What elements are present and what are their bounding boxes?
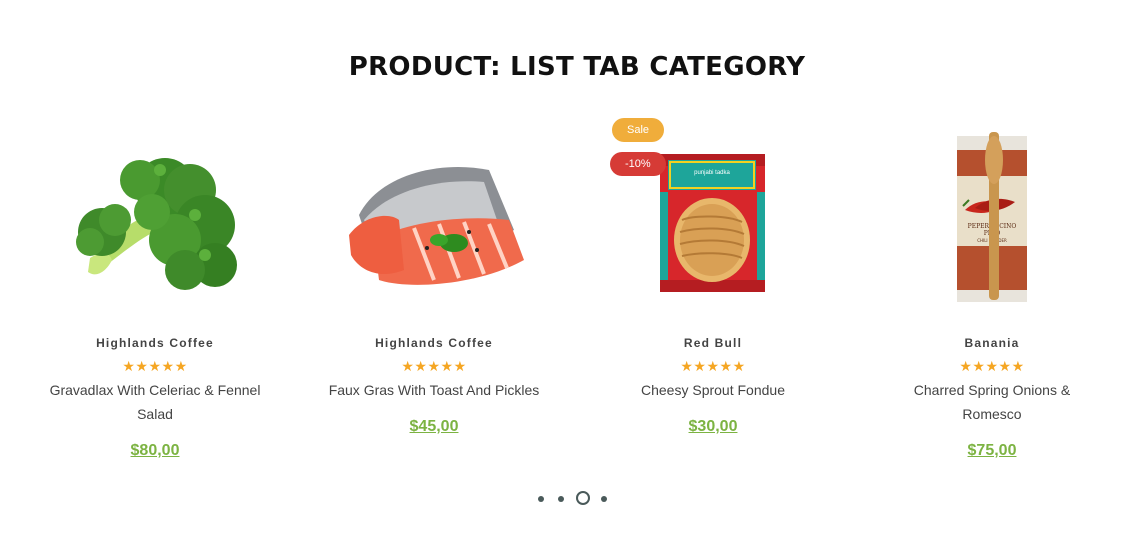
product-brand[interactable]: Highlands Coffee bbox=[319, 336, 549, 350]
product-price[interactable]: $75,00 bbox=[968, 442, 1017, 460]
product-title[interactable]: Charred Spring Onions & Romesco bbox=[877, 378, 1107, 426]
carousel-dot[interactable] bbox=[558, 496, 564, 502]
star-rating-icon: ★★★★★ bbox=[401, 358, 467, 374]
product-image-noodle-pack[interactable]: punjabi tadka bbox=[598, 120, 828, 320]
star-rating-icon: ★★★★★ bbox=[122, 358, 188, 374]
carousel-dot[interactable] bbox=[538, 496, 544, 502]
star-rating-icon: ★★★★★ bbox=[959, 358, 1025, 374]
product-card[interactable]: PEPERONCINO PINO CHILI POWDER Banania ★★… bbox=[877, 120, 1107, 460]
star-rating-icon: ★★★★★ bbox=[680, 358, 746, 374]
noodle-pack-label: punjabi tadka bbox=[694, 170, 730, 176]
product-carousel: Highlands Coffee ★★★★★ Gravadlax With Ce… bbox=[0, 0, 1124, 550]
carousel-pagination bbox=[534, 491, 614, 505]
discount-badge: -10% bbox=[610, 152, 666, 176]
product-price[interactable]: $30,00 bbox=[689, 418, 738, 436]
product-brand[interactable]: Red Bull bbox=[598, 336, 828, 350]
product-title[interactable]: Gravadlax With Celeriac & Fennel Salad bbox=[40, 378, 270, 426]
product-brand[interactable]: Highlands Coffee bbox=[40, 336, 270, 350]
product-brand[interactable]: Banania bbox=[877, 336, 1107, 350]
product-image-chili-powder-bag[interactable]: PEPERONCINO PINO CHILI POWDER bbox=[877, 120, 1107, 320]
product-price[interactable]: $45,00 bbox=[410, 418, 459, 436]
product-image-broccoli[interactable] bbox=[40, 120, 270, 320]
product-image-salmon-fillet[interactable] bbox=[319, 120, 549, 320]
product-title[interactable]: Faux Gras With Toast And Pickles bbox=[319, 378, 549, 402]
carousel-dot-active[interactable] bbox=[576, 491, 590, 505]
product-card[interactable]: Highlands Coffee ★★★★★ Faux Gras With To… bbox=[319, 120, 549, 436]
sale-badge: Sale bbox=[612, 118, 665, 142]
product-price[interactable]: $80,00 bbox=[131, 442, 180, 460]
product-card[interactable]: Highlands Coffee ★★★★★ Gravadlax With Ce… bbox=[40, 120, 270, 460]
product-title[interactable]: Cheesy Sprout Fondue bbox=[598, 378, 828, 402]
carousel-dot[interactable] bbox=[601, 496, 607, 502]
